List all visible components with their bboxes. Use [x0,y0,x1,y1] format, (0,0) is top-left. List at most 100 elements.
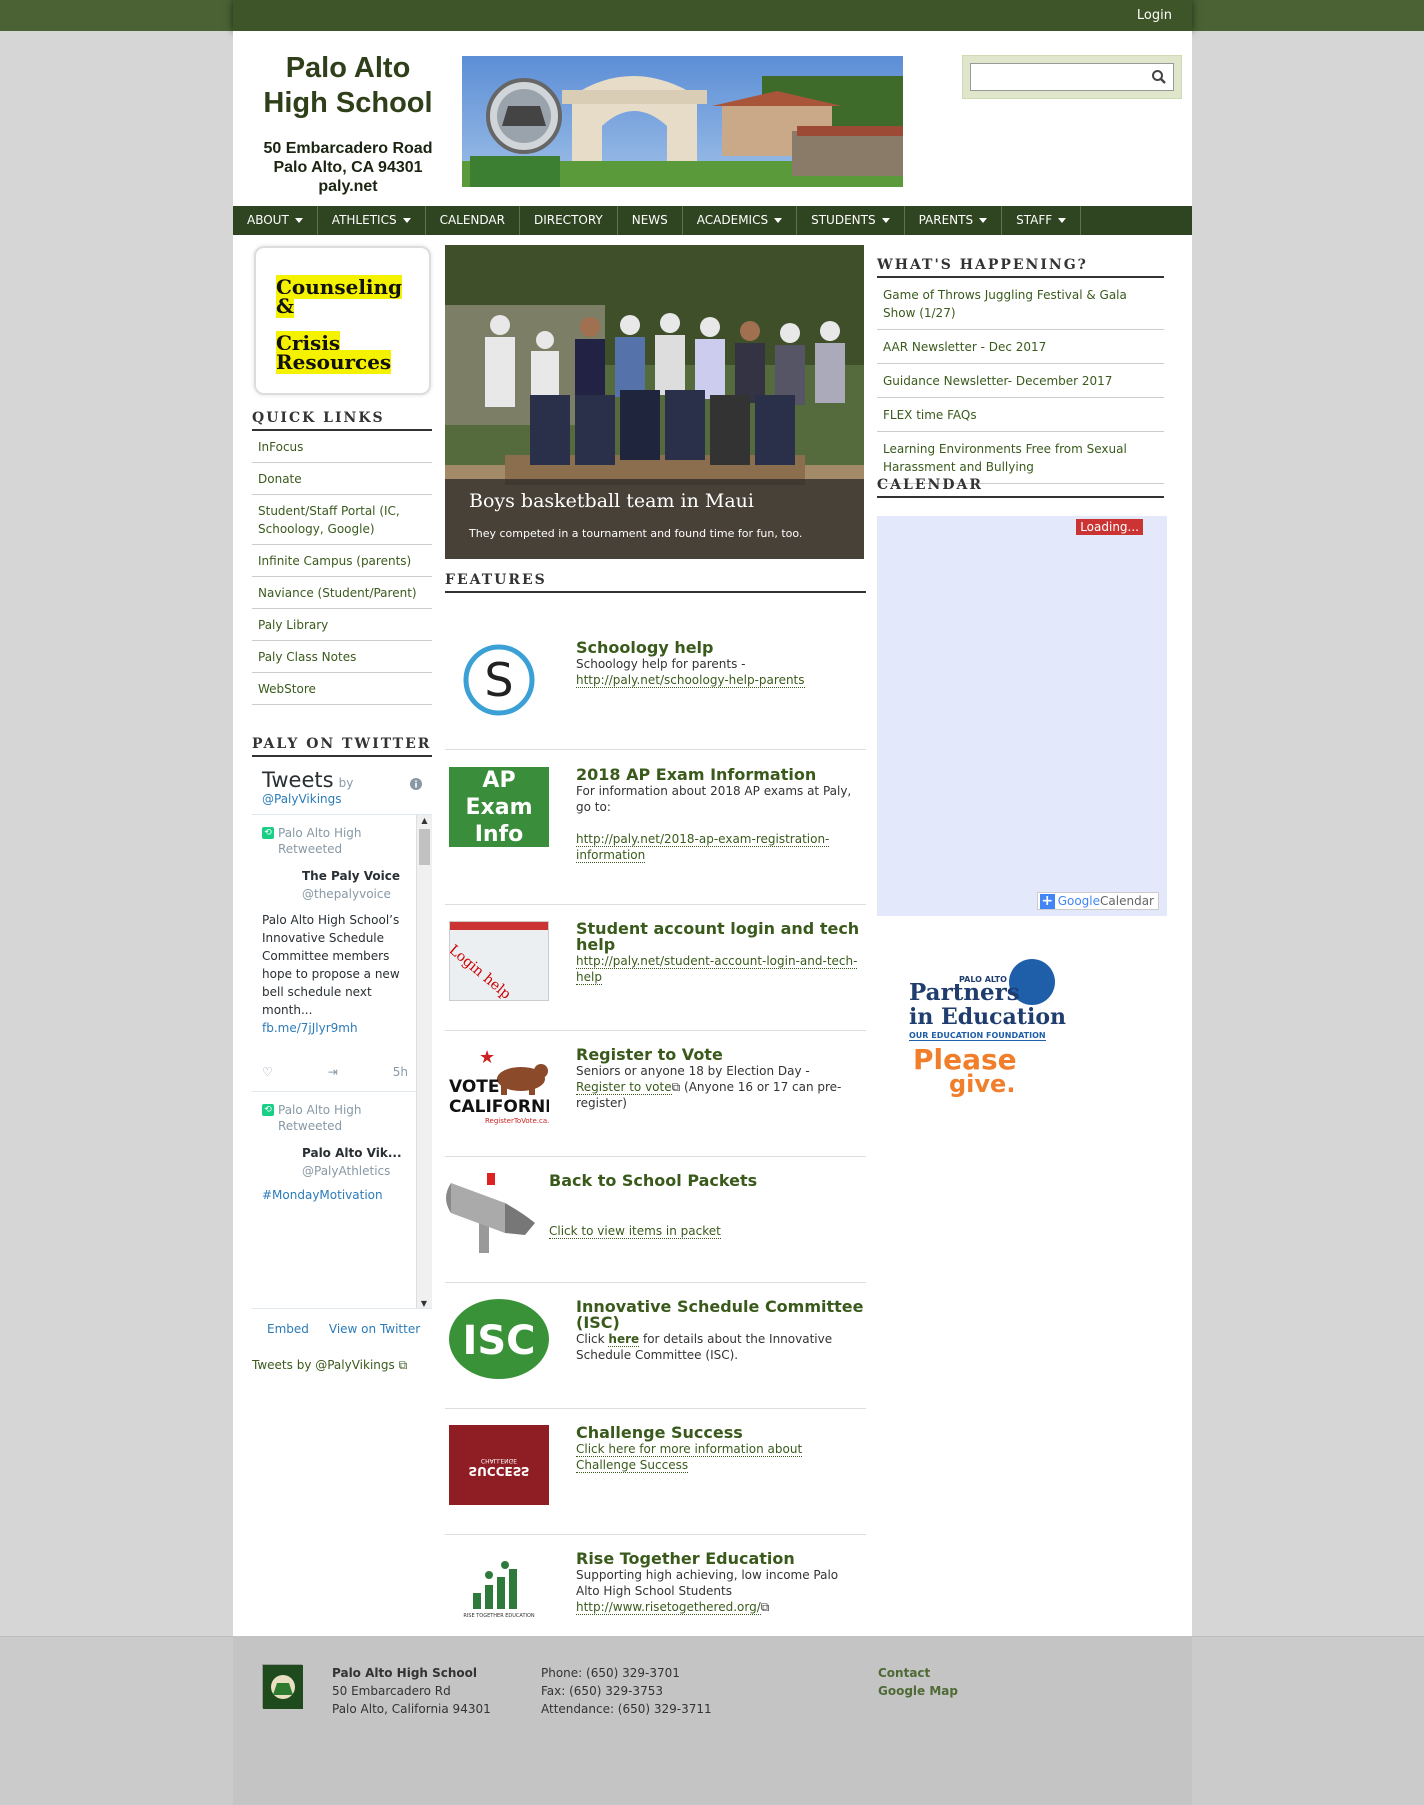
feature-link[interactable]: http://paly.net/schoology-help-parents [576,673,805,688]
give-text: give. [949,1070,1016,1098]
quick-link[interactable]: WebStore [258,682,316,696]
tweet-author-handle[interactable]: @thepalyvoice [302,885,408,903]
footer: Palo Alto High School 50 Embarcadero Rd … [233,1636,1192,1805]
quick-link[interactable]: Infinite Campus (parents) [258,554,411,568]
feature-link[interactable]: Click here for more information about Ch… [576,1442,803,1473]
feature-desc: Click here for more information about Ch… [576,1441,864,1473]
feature-desc-text: Seniors or anyone 18 by Election Day - [576,1064,810,1078]
feature-title[interactable]: Rise Together Education [576,1551,864,1567]
feature-item: Login help Student account login and tec… [445,905,866,1031]
tweet-author-handle[interactable]: @PalyAthletics [302,1162,408,1180]
counseling-crisis-resources-link[interactable]: Counseling & Crisis Resources [254,246,431,395]
feature-title[interactable]: Student account login and tech help [576,921,864,953]
quick-link[interactable]: InFocus [258,440,303,454]
twitter-scrollbar[interactable]: ▲ ▼ [416,815,432,1308]
school-name[interactable]: Palo Alto High School [253,51,443,121]
feature-link[interactable]: http://www.risetogethered.org/ [576,1600,761,1615]
ap-text: AP [482,768,516,793]
nav-item-students[interactable]: STUDENTS [797,206,905,235]
feature-title[interactable]: Register to Vote [576,1047,864,1063]
quick-link[interactable]: Naviance (Student/Parent) [258,586,417,600]
scroll-down-icon[interactable]: ▼ [417,1298,431,1308]
tweets-by-link[interactable]: Tweets by @PalyVikings ⧉ [252,1358,407,1373]
news-link[interactable]: Game of Throws Juggling Festival & Gala … [883,288,1127,320]
vote-california-image[interactable]: ★ VOTE CALIFORNIA RegisterToVote.ca.gov [449,1047,549,1127]
quick-link[interactable]: Paly Library [258,618,328,632]
footer-attendance: Attendance: (650) 329-3711 [541,1702,712,1716]
feature-link[interactable]: Click to view items in packet [549,1224,721,1239]
heart-icon[interactable]: ♡ [262,1063,273,1081]
exam-text: Exam [465,795,533,820]
address-line-3: paly.net [318,178,378,195]
feature-title[interactable]: Schoology help [576,640,864,656]
nav-item-news[interactable]: NEWS [618,206,683,235]
google-map-link[interactable]: Google Map [878,1682,958,1700]
nav-item-label: STAFF [1016,213,1053,227]
schoology-logo[interactable]: S [449,640,549,720]
nav-item-parents[interactable]: PARENTS [905,206,1003,235]
challenge-success-logo[interactable]: CHALLENGE SUCCESS [449,1425,549,1505]
news-link[interactable]: Guidance Newsletter- December 2017 [883,374,1112,388]
mailbox-image[interactable] [445,1173,549,1253]
tweet-hashtag-link[interactable]: #MondayMotivation [262,1186,408,1204]
nav-item-staff[interactable]: STAFF [1002,206,1082,235]
feature-link[interactable]: http://paly.net/2018-ap-exam-registratio… [576,832,830,863]
info-icon[interactable] [410,778,422,790]
register-url-text: RegisterToVote.ca.gov [485,1117,549,1125]
tweet-author-name[interactable]: Palo Alto Vik... [302,1144,408,1162]
contact-link[interactable]: Contact [878,1664,958,1682]
tweet-link[interactable]: fb.me/7jJlyr9mh [262,1019,408,1037]
share-icon[interactable]: ⇥ [328,1063,338,1081]
feature-link[interactable]: http://paly.net/student-account-login-an… [576,954,858,985]
news-item: Guidance Newsletter- December 2017 [877,364,1164,398]
login-link[interactable]: Login [1137,8,1172,23]
feature-link[interactable]: Register to vote [576,1080,672,1095]
news-link[interactable]: FLEX time FAQs [883,408,977,422]
feature-title[interactable]: 2018 AP Exam Information [576,767,864,783]
isc-logo[interactable]: ISC [449,1299,549,1379]
slide-title[interactable]: Boys basketball team in Maui [469,487,840,515]
google-calendar-embed[interactable]: Loading... + GoogleCalendar [877,516,1167,916]
twitter-handle-link[interactable]: @PalyVikings [262,792,422,806]
news-link[interactable]: AAR Newsletter - Dec 2017 [883,340,1046,354]
featured-slide[interactable]: Boys basketball team in Maui They compet… [445,245,864,559]
feature-title[interactable]: Challenge Success [576,1425,864,1441]
news-link[interactable]: Learning Environments Free from Sexual H… [883,442,1127,474]
nav-item-about[interactable]: ABOUT [233,206,318,235]
quick-link[interactable]: Student/Staff Portal (IC, Schoology, Goo… [258,504,400,536]
nav-item-calendar[interactable]: CALENDAR [426,206,520,235]
scrollbar-thumb[interactable] [419,829,430,865]
feature-title[interactable]: Innovative Schedule Committee (ISC) [576,1299,864,1331]
nav-item-athletics[interactable]: ATHLETICS [318,206,426,235]
quick-link[interactable]: Donate [258,472,302,486]
tweet-time[interactable]: 5h [393,1063,408,1081]
embed-link[interactable]: Embed [267,1322,309,1336]
feature-desc: Seniors or anyone 18 by Election Day - Re… [576,1063,864,1111]
nav-item-directory[interactable]: DIRECTORY [520,206,618,235]
tweet[interactable]: ⟲ Palo Alto High Retweeted Palo Alto Vik… [252,1091,432,1204]
quick-link[interactable]: Paly Class Notes [258,650,356,664]
twitter-feed[interactable]: ⟲ Palo Alto High Retweeted The Paly Voic… [252,814,432,1309]
feature-body: Challenge Success Click here for more in… [576,1425,864,1473]
pie-line-2: in Education [909,1004,1066,1030]
partners-in-education-ad[interactable]: PALO ALTO Partners in Education OUR EDUC… [909,959,1069,1119]
address-line-1: 50 Embarcadero Road [263,140,433,157]
login-help-image[interactable]: Login help [449,921,549,1001]
tweet-author-name[interactable]: The Paly Voice [302,867,408,885]
search-input[interactable] [970,63,1174,91]
school-address: 50 Embarcadero Road Palo Alto, CA 94301 … [253,139,443,196]
school-name-line-2: High School [263,87,433,119]
view-on-twitter-link[interactable]: View on Twitter [329,1322,420,1336]
caret-down-icon [402,218,411,223]
nav-item-academics[interactable]: ACADEMICS [683,206,798,235]
resources-text: Resources [276,350,392,374]
caret-down-icon [1058,218,1067,223]
feature-link[interactable]: here [608,1332,640,1347]
search-icon[interactable] [1151,69,1167,85]
scroll-up-icon[interactable]: ▲ [417,815,432,827]
ap-exam-info-image[interactable]: AP Exam Info [449,767,549,847]
rise-together-logo[interactable]: RISE TOGETHER EDUCATION [449,1551,549,1631]
google-calendar-badge[interactable]: + GoogleCalendar [1036,892,1159,910]
tweet[interactable]: ⟲ Palo Alto High Retweeted The Paly Voic… [252,815,432,1081]
feature-title[interactable]: Back to School Packets [549,1173,837,1189]
